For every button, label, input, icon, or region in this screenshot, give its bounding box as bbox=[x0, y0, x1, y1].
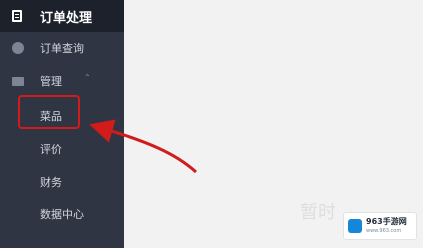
sidebar-subitem-data-center[interactable]: 数据中心 bbox=[40, 206, 84, 222]
brand-logo-icon bbox=[348, 219, 362, 233]
watermark-badge: 963手游网 www.963.com bbox=[343, 212, 417, 240]
highlight-box bbox=[18, 95, 80, 129]
sidebar-item-order-query[interactable]: 订单查询 bbox=[0, 35, 124, 61]
sidebar-subitem-reviews[interactable]: 评价 bbox=[40, 141, 62, 157]
circle-icon bbox=[12, 42, 24, 54]
watermark-subtitle: www.963.com bbox=[366, 228, 402, 234]
sidebar: 订单处理 订单查询 管理 ⌃ 菜品 评价 财务 数据中心 bbox=[0, 0, 124, 248]
order-list-icon bbox=[12, 10, 22, 22]
sidebar-item-label: 订单查询 bbox=[40, 42, 84, 55]
sidebar-group-manage[interactable]: 管理 ⌃ bbox=[0, 68, 124, 94]
sidebar-subitem-finance[interactable]: 财务 bbox=[40, 174, 62, 190]
main-content bbox=[124, 0, 423, 248]
watermark-title: 963手游网 bbox=[366, 217, 407, 226]
sidebar-group-label: 管理 bbox=[40, 75, 62, 88]
main-placeholder-text: 暂时 bbox=[300, 202, 336, 223]
sidebar-title: 订单处理 bbox=[40, 11, 93, 26]
chevron-up-icon: ⌃ bbox=[84, 73, 91, 82]
sidebar-header: 订单处理 bbox=[0, 0, 124, 32]
folder-icon bbox=[12, 77, 24, 86]
